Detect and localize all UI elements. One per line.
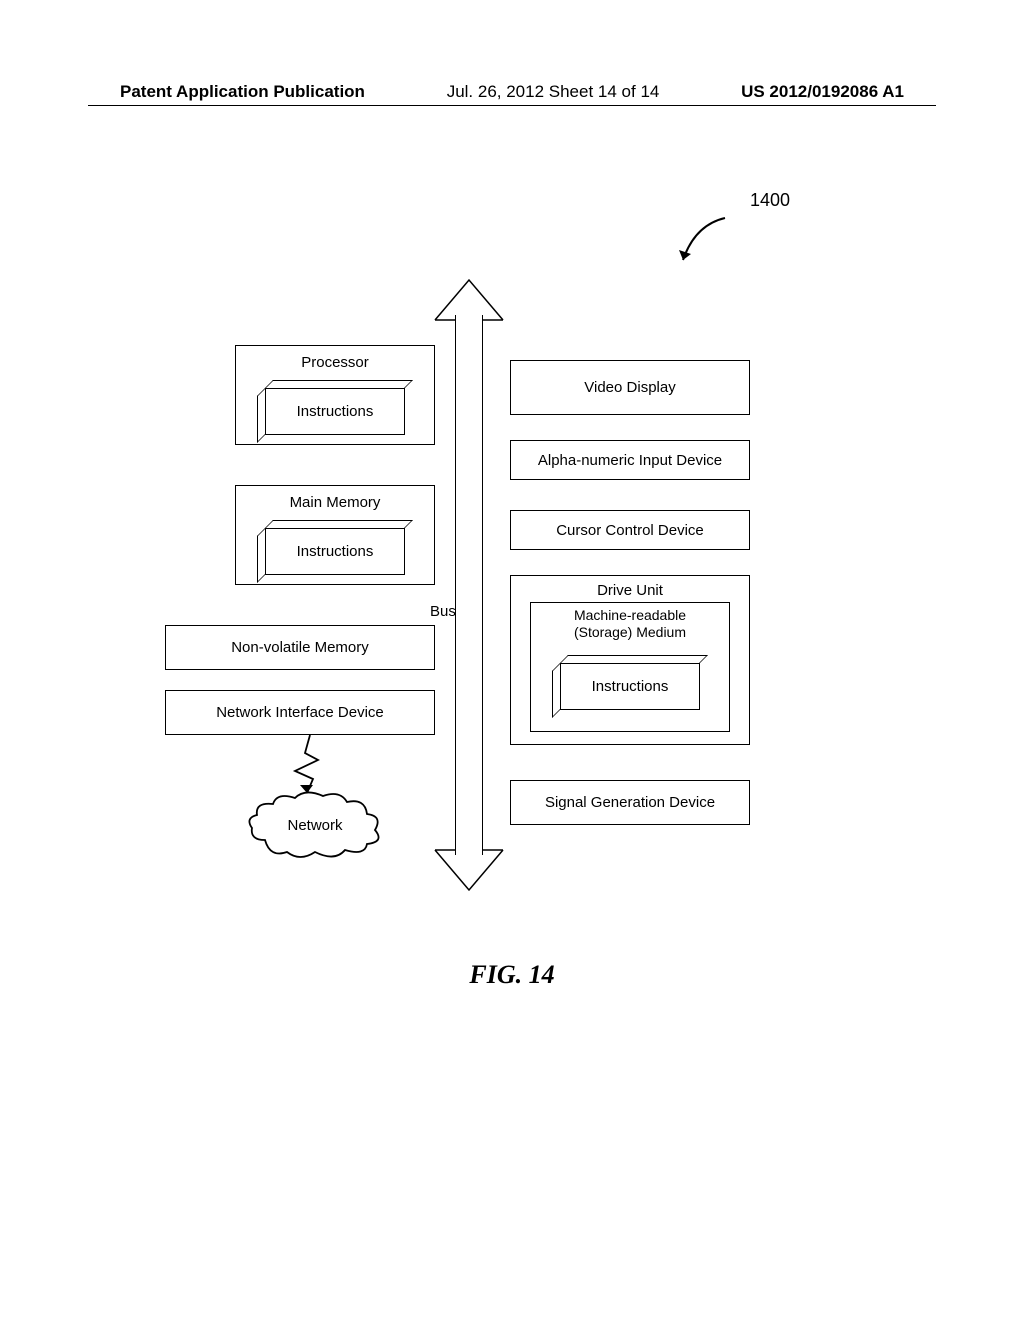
- header-mid: Jul. 26, 2012 Sheet 14 of 14: [447, 82, 660, 102]
- video-display-box: Video Display: [510, 360, 750, 415]
- page-header: Patent Application Publication Jul. 26, …: [0, 82, 1024, 102]
- cursor-control-label: Cursor Control Device: [556, 522, 704, 539]
- alphanumeric-input-label: Alpha-numeric Input Device: [538, 452, 722, 469]
- network-interface-device-box: Network Interface Device: [165, 690, 435, 735]
- nid-network-connector-icon: [285, 735, 325, 795]
- machine-readable-medium-title: Machine-readable (Storage) Medium: [531, 607, 729, 641]
- processor-title: Processor: [236, 354, 434, 371]
- signal-generation-label: Signal Generation Device: [545, 794, 715, 811]
- ref-1400-label: 1400: [750, 190, 790, 211]
- figure-caption: FIG. 14: [0, 960, 1024, 990]
- network-cloud-icon: Network: [245, 790, 385, 860]
- drive-unit-title: Drive Unit: [511, 582, 749, 599]
- network-interface-device-label: Network Interface Device: [216, 704, 384, 721]
- processor-instructions-label: Instructions: [265, 388, 405, 435]
- network-label: Network: [245, 790, 385, 860]
- main-memory-instructions-cube: Instructions: [265, 520, 405, 575]
- signal-generation-box: Signal Generation Device: [510, 780, 750, 825]
- nonvolatile-memory-box: Non-volatile Memory: [165, 625, 435, 670]
- header-right: US 2012/0192086 A1: [741, 82, 904, 102]
- bus-label: Bus: [430, 603, 456, 620]
- alphanumeric-input-box: Alpha-numeric Input Device: [510, 440, 750, 480]
- video-display-label: Video Display: [584, 379, 675, 396]
- drive-instructions-cube: Instructions: [560, 655, 700, 710]
- drive-instructions-label: Instructions: [560, 663, 700, 710]
- processor-instructions-cube: Instructions: [265, 380, 405, 435]
- header-left: Patent Application Publication: [120, 82, 365, 102]
- header-divider: [88, 105, 936, 106]
- cursor-control-box: Cursor Control Device: [510, 510, 750, 550]
- figure-area: 1400 Bus Processor Instructions Main Mem…: [150, 210, 880, 970]
- bus-arrow-icon: [455, 280, 483, 890]
- nonvolatile-memory-label: Non-volatile Memory: [231, 639, 369, 656]
- ref-1400-arrow-icon: [675, 210, 735, 270]
- main-memory-title: Main Memory: [236, 494, 434, 511]
- main-memory-instructions-label: Instructions: [265, 528, 405, 575]
